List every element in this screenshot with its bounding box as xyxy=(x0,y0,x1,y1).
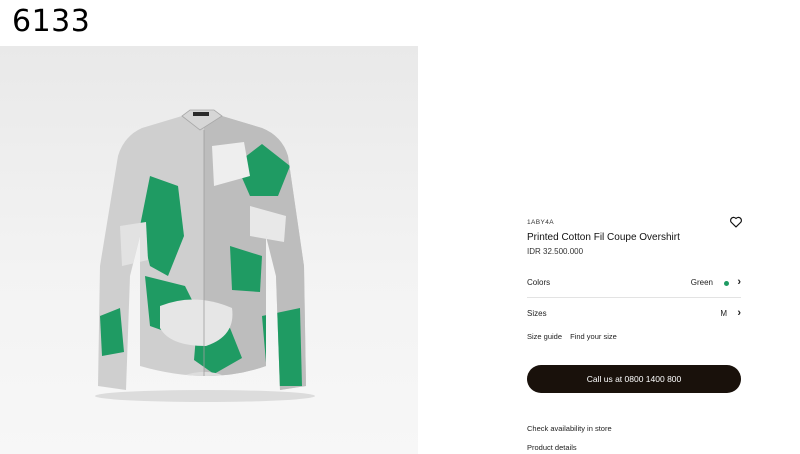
product-title: Printed Cotton Fil Coupe Overshirt xyxy=(527,232,680,243)
product-price: IDR 32.500.000 xyxy=(527,247,584,256)
find-your-size-link[interactable]: Find your size xyxy=(570,332,617,341)
size-links: Size guide Find your size xyxy=(527,332,623,341)
chevron-right-icon: › xyxy=(737,276,741,288)
heart-outline-icon[interactable] xyxy=(729,215,743,229)
product-details-link[interactable]: Product details xyxy=(527,443,577,452)
product-image xyxy=(0,46,418,454)
check-availability-link[interactable]: Check availability in store xyxy=(527,424,612,433)
sizes-selector[interactable]: Sizes M › xyxy=(527,306,741,322)
green-dot-icon xyxy=(724,281,729,286)
colors-selector[interactable]: Colors Green › xyxy=(527,275,741,291)
product-sku: 1ABY4A xyxy=(527,219,554,226)
chevron-right-icon: › xyxy=(737,307,741,319)
sizes-value: M xyxy=(720,309,727,318)
divider xyxy=(527,297,741,298)
size-guide-link[interactable]: Size guide xyxy=(527,332,562,341)
heart-outline-icon-glyph xyxy=(730,216,742,228)
colors-value: Green xyxy=(690,278,713,287)
colors-label: Colors xyxy=(527,278,551,287)
call-us-button[interactable]: Call us at 0800 1400 800 xyxy=(527,365,741,393)
sizes-label: Sizes xyxy=(527,309,547,318)
shirt-illustration xyxy=(95,109,315,402)
page-number: 6133 xyxy=(12,4,91,39)
